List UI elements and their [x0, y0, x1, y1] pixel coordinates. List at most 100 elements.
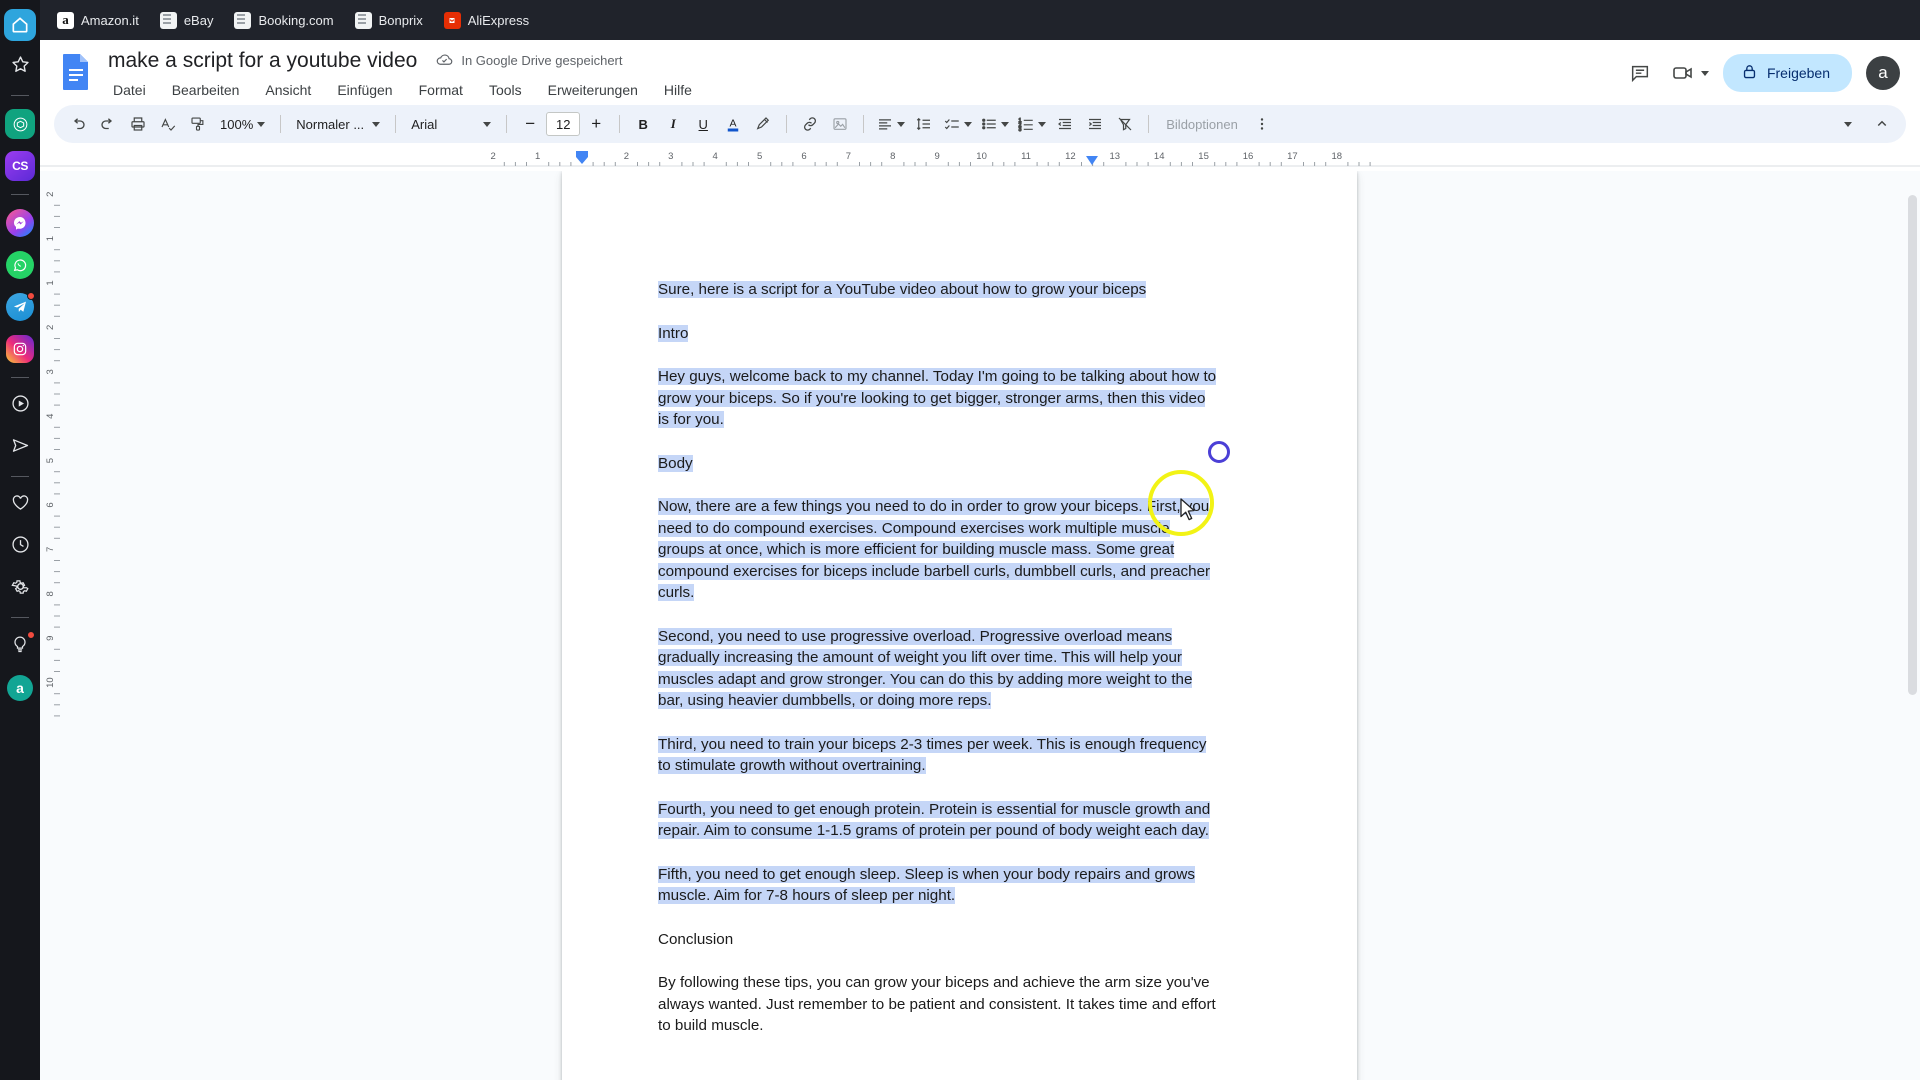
menu-tools[interactable]: Tools — [484, 79, 527, 101]
paragraph-heading-intro[interactable]: Intro — [658, 323, 1218, 345]
rail-item-cs[interactable]: CS — [4, 150, 36, 182]
font-selector[interactable]: Arial — [405, 110, 497, 138]
numbered-list-button[interactable]: 123 — [1014, 110, 1049, 138]
toolbar-wrapper: 100% Normaler ... Arial − 12 + B I U A 1… — [40, 101, 1920, 150]
menu-datei[interactable]: Datei — [108, 79, 151, 101]
left-indent-marker[interactable] — [574, 150, 590, 166]
italic-button[interactable]: I — [659, 110, 687, 138]
bookmark-bonprix[interactable]: Bonprix — [346, 7, 432, 34]
font-size-decrease-button[interactable]: − — [516, 110, 544, 138]
bookmark-amazon[interactable]: a Amazon.it — [48, 7, 148, 34]
bookmark-ebay[interactable]: eBay — [151, 7, 223, 34]
google-docs-icon[interactable] — [58, 50, 94, 94]
indent-increase-icon[interactable] — [1081, 110, 1109, 138]
document-body[interactable]: Sure, here is a script for a YouTube vid… — [562, 171, 1357, 1037]
rail-item-openai[interactable] — [4, 108, 36, 140]
header-actions: Freigeben a — [1623, 54, 1900, 92]
scrollbar-thumb[interactable] — [1908, 195, 1917, 696]
font-size-input[interactable]: 12 — [546, 112, 581, 137]
toolbar-divider — [506, 115, 508, 134]
rail-item-messenger[interactable] — [4, 207, 36, 239]
vertical-ruler[interactable]: 2 1 1 2 3 4 5 6 7 8 9 10 — [40, 171, 62, 1080]
rail-item-settings[interactable] — [4, 573, 36, 605]
bookmark-aliexpress[interactable]: AliExpress — [435, 7, 538, 34]
avatar[interactable]: a — [1866, 56, 1900, 90]
comment-history-icon[interactable] — [1623, 56, 1657, 90]
paragraph-intro-line[interactable]: Sure, here is a script for a YouTube vid… — [658, 279, 1218, 301]
font-size-increase-button[interactable]: + — [582, 110, 610, 138]
undo-icon[interactable] — [64, 110, 92, 138]
menu-format[interactable]: Format — [414, 79, 468, 101]
paragraph-body-3[interactable]: Third, you need to train your biceps 2-3… — [658, 734, 1218, 777]
right-indent-marker[interactable] — [1085, 156, 1099, 168]
rail-item-history[interactable] — [4, 531, 36, 563]
bookmark-booking[interactable]: Booking.com — [225, 7, 342, 34]
rail-item-telegram[interactable] — [4, 291, 36, 323]
spellcheck-icon[interactable] — [154, 110, 182, 138]
redo-icon[interactable] — [94, 110, 122, 138]
menu-ansicht[interactable]: Ansicht — [260, 79, 316, 101]
clock-icon — [10, 534, 31, 560]
toolbar-divider — [619, 115, 621, 134]
insert-link-icon[interactable] — [796, 110, 824, 138]
menu-bearbeiten[interactable]: Bearbeiten — [167, 79, 245, 101]
rail-item-tips[interactable] — [4, 630, 36, 662]
chevron-down-icon — [897, 121, 906, 127]
highlight-pen-icon[interactable] — [749, 110, 777, 138]
vertical-scrollbar[interactable] — [1906, 171, 1920, 1080]
bold-button[interactable]: B — [629, 110, 657, 138]
collapse-toolbar-button[interactable] — [1868, 110, 1896, 138]
paint-format-icon[interactable] — [184, 110, 212, 138]
rail-item-whatsapp[interactable] — [4, 249, 36, 281]
rail-item-instagram[interactable] — [4, 333, 36, 365]
aliexpress-favicon — [443, 11, 461, 29]
paragraph-intro-body[interactable]: Hey guys, welcome back to my channel. To… — [658, 366, 1218, 431]
paragraph-text: Third, you need to train your biceps 2-3… — [658, 735, 1207, 775]
editing-mode-caret-icon[interactable] — [1834, 110, 1862, 138]
zoom-selector[interactable]: 100% — [214, 110, 271, 138]
paragraph-text: Fourth, you need to get enough protein. … — [658, 800, 1211, 840]
share-button[interactable]: Freigeben — [1722, 54, 1852, 92]
paragraph-body-2[interactable]: Second, you need to use progressive over… — [658, 626, 1218, 712]
align-button[interactable] — [873, 110, 908, 138]
document-page[interactable]: Sure, here is a script for a YouTube vid… — [562, 171, 1357, 1080]
paragraph-heading-conclusion[interactable]: Conclusion — [658, 929, 1218, 951]
rail-item-favorites[interactable] — [4, 51, 36, 83]
menu-erweiterungen[interactable]: Erweiterungen — [543, 79, 643, 101]
chevron-down-icon — [372, 121, 381, 127]
checklist-button[interactable] — [940, 110, 975, 138]
clear-formatting-icon[interactable] — [1111, 110, 1139, 138]
star-icon — [10, 54, 31, 80]
more-vertical-icon[interactable] — [1248, 110, 1276, 138]
text-color-icon[interactable]: A — [719, 110, 747, 138]
font-value: Arial — [411, 116, 438, 132]
paragraph-body-4[interactable]: Fourth, you need to get enough protein. … — [658, 799, 1218, 842]
indent-decrease-icon[interactable] — [1051, 110, 1079, 138]
formatting-toolbar: 100% Normaler ... Arial − 12 + B I U A 1… — [54, 105, 1906, 144]
rail-item-play[interactable] — [4, 390, 36, 422]
rail-item-account[interactable]: a — [4, 672, 36, 704]
rail-item-likes[interactable] — [4, 489, 36, 521]
meet-button[interactable] — [1671, 56, 1709, 90]
print-icon[interactable] — [124, 110, 152, 138]
horizontal-ruler[interactable]: 21123456789101112131415161718 — [40, 149, 1920, 172]
paragraph-text: Hey guys, welcome back to my channel. To… — [658, 368, 1217, 429]
svg-text:4: 4 — [713, 151, 718, 162]
menu-einfuegen[interactable]: Einfügen — [332, 79, 397, 101]
menu-bar: Datei Bearbeiten Ansicht Einfügen Format… — [104, 79, 1613, 101]
bulleted-list-button[interactable] — [977, 110, 1012, 138]
insert-image-icon[interactable] — [826, 110, 854, 138]
paragraph-body-1[interactable]: Now, there are a few things you need to … — [658, 496, 1218, 604]
underline-button[interactable]: U — [689, 110, 717, 138]
rail-item-home[interactable] — [4, 9, 36, 41]
menu-hilfe[interactable]: Hilfe — [659, 79, 697, 101]
paragraph-heading-body[interactable]: Body — [658, 453, 1218, 475]
page-title[interactable]: make a script for a youtube video — [104, 46, 421, 75]
paragraph-conclusion-body[interactable]: By following these tips, you can grow yo… — [658, 972, 1218, 1037]
paragraph-body-5[interactable]: Fifth, you need to get enough sleep. Sle… — [658, 864, 1218, 907]
title-row: make a script for a youtube video In Goo… — [104, 46, 1613, 75]
line-spacing-icon[interactable] — [910, 110, 938, 138]
rail-item-send[interactable] — [4, 432, 36, 464]
paragraph-style-selector[interactable]: Normaler ... — [290, 110, 386, 138]
paragraph-text: Conclusion — [658, 930, 734, 948]
